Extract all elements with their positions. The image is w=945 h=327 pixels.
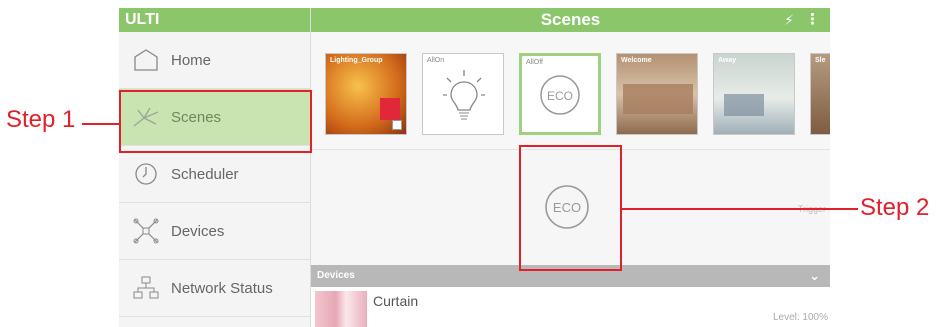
scene-label: Lighting_Group (330, 57, 383, 64)
step1-connector (82, 123, 120, 125)
chevron-down-icon[interactable]: ⌄ (809, 265, 820, 287)
sidebar-item-label: Home (171, 51, 212, 69)
step2-connector (622, 208, 858, 210)
scene-tile-all-on[interactable]: AllOn (422, 53, 504, 135)
header: Scenes ⚡ ⋮ (311, 8, 830, 32)
more-icon[interactable]: ⋮ (805, 8, 820, 32)
app-title: ULTI (119, 8, 310, 32)
sidebar-item-label: Scheduler (171, 165, 239, 183)
sidebar-item-label: Network Status (171, 279, 273, 297)
scene-strip: Lighting_Group AllOn AllOff ECO Welcome … (311, 32, 830, 150)
bolt-icon[interactable]: ⚡ (784, 8, 794, 32)
page-title: Scenes (540, 10, 601, 29)
scene-label: Away (718, 57, 737, 64)
step1-label: Step 1 (6, 106, 76, 133)
sidebar-item-scheduler[interactable]: Scheduler (119, 146, 310, 203)
scene-label: AllOn (427, 57, 445, 64)
eco-label: ECO (547, 89, 573, 103)
bulb-icon (443, 70, 485, 120)
devices-icon (131, 217, 161, 245)
step2-highlight (519, 145, 622, 271)
scene-tile-welcome[interactable]: Welcome (616, 53, 698, 135)
list-item[interactable]: Curtain Level: 100% (311, 287, 830, 327)
scene-label: Sle (815, 57, 826, 64)
scene-tile-sleep[interactable]: Sle (810, 53, 830, 135)
sidebar-item-network-status[interactable]: Network Status (119, 260, 310, 317)
step2-label: Step 2 (860, 194, 930, 221)
sidebar-item-label: Devices (171, 222, 225, 240)
network-icon (131, 274, 161, 302)
clock-icon (131, 160, 161, 188)
scene-label: Welcome (621, 57, 652, 64)
sidebar-item-devices[interactable]: Devices (119, 203, 310, 260)
device-level: Level: 100% (772, 312, 828, 323)
app-window: ULTI Home Scenes Scheduler Devices Netwo… (119, 8, 830, 327)
eco-icon: ECO (540, 75, 580, 115)
scene-tile-all-off[interactable]: AllOff ECO (519, 53, 601, 135)
step1-highlight (119, 90, 312, 153)
section-title: Devices (317, 270, 355, 281)
device-name: Curtain (373, 293, 419, 309)
curtain-thumbnail (315, 291, 367, 327)
home-icon (131, 46, 161, 74)
scene-tile-lighting-group[interactable]: Lighting_Group (325, 53, 407, 135)
scene-tile-away[interactable]: Away (713, 53, 795, 135)
scene-label: AllOff (526, 59, 543, 66)
sidebar-item-home[interactable]: Home (119, 32, 310, 89)
sidebar: ULTI Home Scenes Scheduler Devices Netwo… (119, 8, 311, 327)
